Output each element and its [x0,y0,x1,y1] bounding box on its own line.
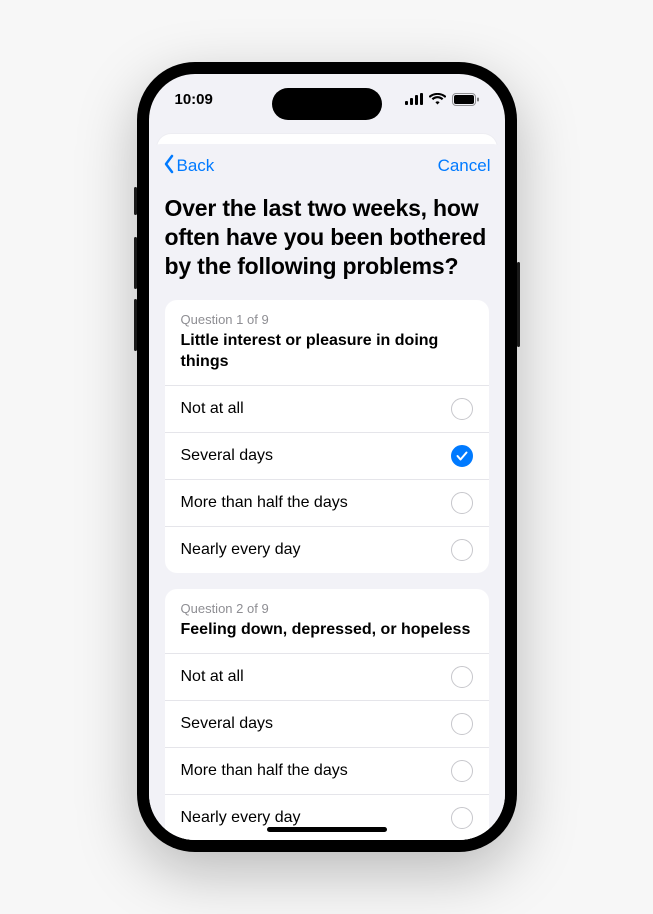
answer-label: Not at all [181,668,244,686]
answer-option[interactable]: Not at all [165,385,489,432]
answer-label: More than half the days [181,494,348,512]
answer-option[interactable]: Several days [165,700,489,747]
question-card: Question 1 of 9 Little interest or pleasu… [165,300,489,573]
home-indicator[interactable] [267,827,387,832]
modal-sheet: Back Cancel Over the last two weeks, how… [149,144,505,840]
screen: 10:09 [149,74,505,840]
mute-switch [134,187,137,215]
radio-unchecked-icon[interactable] [451,666,473,688]
question-text: Feeling down, depressed, or hopeless [181,620,473,641]
cancel-button[interactable]: Cancel [438,156,491,176]
phone-frame: 10:09 [137,62,517,852]
answer-option[interactable]: Not at all [165,653,489,700]
question-card: Question 2 of 9 Feeling down, depressed, … [165,589,489,840]
content-scroll[interactable]: Over the last two weeks, how often have … [149,188,505,840]
answer-label: Several days [181,715,274,733]
answer-option[interactable]: More than half the days [165,479,489,526]
cellular-icon [405,93,423,105]
radio-unchecked-icon[interactable] [451,807,473,829]
question-counter: Question 2 of 9 [181,601,473,616]
answer-option[interactable]: Nearly every day [165,526,489,573]
chevron-left-icon [163,154,175,179]
nav-bar: Back Cancel [149,144,505,188]
radio-unchecked-icon[interactable] [451,398,473,420]
wifi-icon [429,93,446,105]
battery-icon [452,93,479,106]
radio-unchecked-icon[interactable] [451,539,473,561]
dynamic-island [272,88,382,120]
survey-prompt: Over the last two weeks, how often have … [165,194,489,280]
back-label: Back [177,156,215,176]
answer-option[interactable]: More than half the days [165,747,489,794]
power-button [517,262,520,347]
radio-unchecked-icon[interactable] [451,492,473,514]
question-text: Little interest or pleasure in doing thi… [181,331,473,373]
answer-label: Several days [181,447,274,465]
radio-unchecked-icon[interactable] [451,760,473,782]
answer-option[interactable]: Several days [165,432,489,479]
volume-down-button [134,299,137,351]
answer-label: Nearly every day [181,541,301,559]
radio-unchecked-icon[interactable] [451,713,473,735]
status-time: 10:09 [175,91,213,108]
answer-option[interactable]: Nearly every day [165,794,489,840]
question-counter: Question 1 of 9 [181,312,473,327]
answer-label: Nearly every day [181,809,301,827]
radio-checked-icon[interactable] [451,445,473,467]
answer-label: More than half the days [181,762,348,780]
answer-label: Not at all [181,400,244,418]
back-button[interactable]: Back [163,154,215,179]
volume-up-button [134,237,137,289]
